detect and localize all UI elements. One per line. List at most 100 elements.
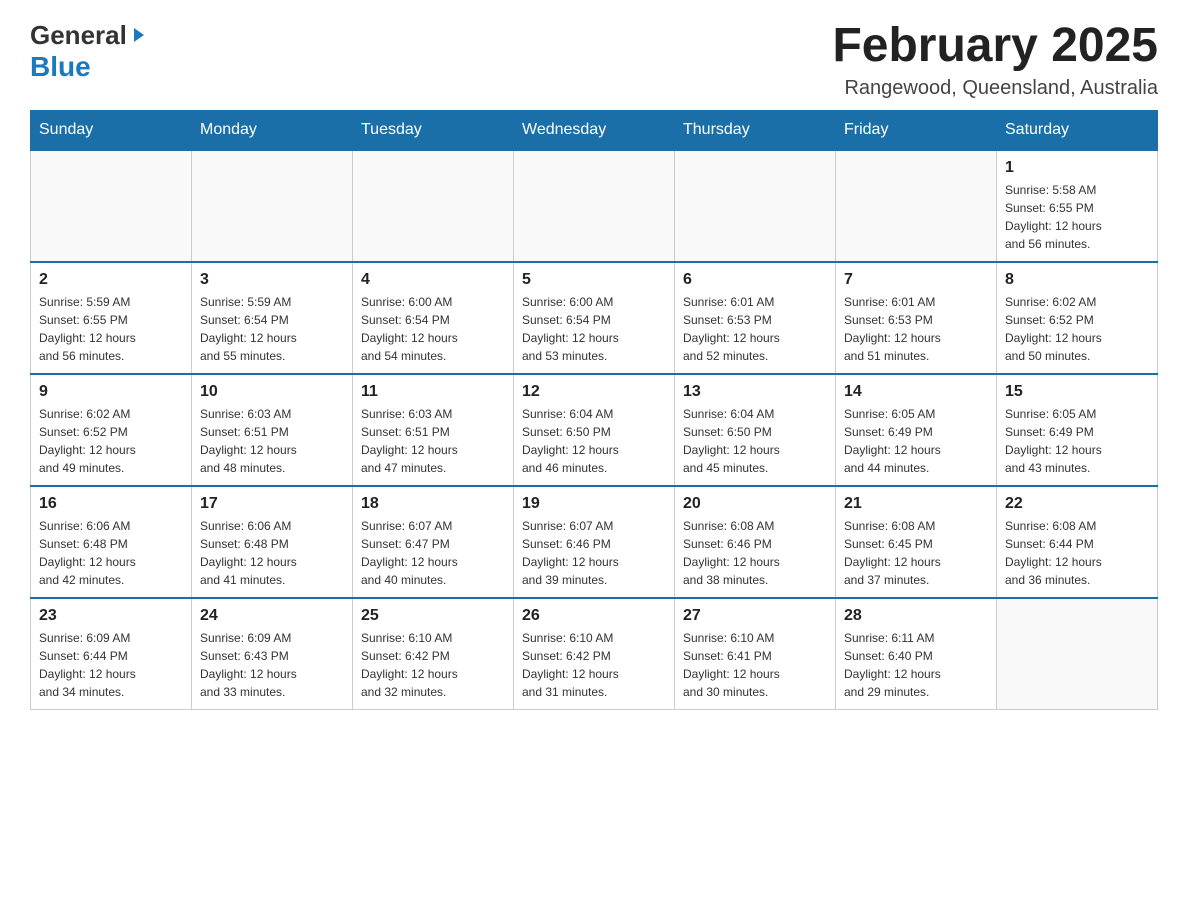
calendar-cell: 4Sunrise: 6:00 AM Sunset: 6:54 PM Daylig… — [353, 262, 514, 374]
day-info: Sunrise: 6:00 AM Sunset: 6:54 PM Dayligh… — [361, 293, 505, 365]
day-info: Sunrise: 6:03 AM Sunset: 6:51 PM Dayligh… — [361, 405, 505, 477]
calendar-week-4: 16 Sunrise: 6:06 AM Sunset: 6:48 PM Dayli… — [31, 486, 1158, 598]
day-number: 21 — [844, 495, 988, 513]
day-info: Sunrise: 6:11 AM Sunset: 6:40 PM Dayligh… — [844, 629, 988, 701]
day-info: Sunrise: 6:06 AM Sunset: 6:48 PM Dayligh… — [39, 517, 183, 589]
calendar-cell — [836, 150, 997, 262]
day-info: Sunrise: 6:01 AM Sunset: 6:53 PM Dayligh… — [844, 293, 988, 365]
day-number: 25 — [361, 607, 505, 625]
day-number: 11 — [361, 383, 505, 401]
day-info: Sunrise: 6:10 AM Sunset: 6:42 PM Dayligh… — [522, 629, 666, 701]
day-info: Sunrise: 6:03 AM Sunset: 6:51 PM Dayligh… — [200, 405, 344, 477]
calendar-header: SundayMondayTuesdayWednesdayThursdayFrid… — [31, 110, 1158, 150]
day-number: 9 — [39, 383, 183, 401]
logo-general-text: General — [30, 20, 127, 51]
day-number: 22 — [1005, 495, 1149, 513]
calendar-cell: 19Sunrise: 6:07 AM Sunset: 6:46 PM Dayli… — [514, 486, 675, 598]
day-number: 28 — [844, 607, 988, 625]
calendar-cell — [192, 150, 353, 262]
day-number: 18 — [361, 495, 505, 513]
calendar-cell: 23 Sunrise: 6:09 AM Sunset: 6:44 PM Dayli… — [31, 598, 192, 710]
weekday-saturday: Saturday — [997, 110, 1158, 150]
logo-blue-text: Blue — [30, 51, 91, 83]
calendar-cell: 2 Sunrise: 5:59 AM Sunset: 6:55 PM Daylig… — [31, 262, 192, 374]
calendar-cell: 24Sunrise: 6:09 AM Sunset: 6:43 PM Dayli… — [192, 598, 353, 710]
calendar-cell: 14 Sunrise: 6:05 AM Sunset: 6:49 PM Dayli… — [836, 374, 997, 486]
day-number: 16 — [39, 495, 183, 513]
day-info: Sunrise: 6:02 AM Sunset: 6:52 PM Dayligh… — [1005, 293, 1149, 365]
calendar-cell: 25 Sunrise: 6:10 AM Sunset: 6:42 PM Dayli… — [353, 598, 514, 710]
day-info: Sunrise: 6:02 AM Sunset: 6:52 PM Dayligh… — [39, 405, 183, 477]
calendar-cell: 27 Sunrise: 6:10 AM Sunset: 6:41 PM Dayli… — [675, 598, 836, 710]
day-info: Sunrise: 6:01 AM Sunset: 6:53 PM Dayligh… — [683, 293, 827, 365]
weekday-friday: Friday — [836, 110, 997, 150]
day-number: 24 — [200, 607, 344, 625]
day-number: 19 — [522, 495, 666, 513]
calendar-cell: 11 Sunrise: 6:03 AM Sunset: 6:51 PM Dayli… — [353, 374, 514, 486]
day-number: 20 — [683, 495, 827, 513]
day-number: 8 — [1005, 271, 1149, 289]
calendar-cell: 20 Sunrise: 6:08 AM Sunset: 6:46 PM Dayli… — [675, 486, 836, 598]
day-info: Sunrise: 6:08 AM Sunset: 6:44 PM Dayligh… — [1005, 517, 1149, 589]
logo: General Blue — [30, 20, 148, 83]
calendar-cell: 18 Sunrise: 6:07 AM Sunset: 6:47 PM Dayli… — [353, 486, 514, 598]
day-info: Sunrise: 5:58 AM Sunset: 6:55 PM Dayligh… — [1005, 181, 1149, 253]
day-info: Sunrise: 6:10 AM Sunset: 6:41 PM Dayligh… — [683, 629, 827, 701]
day-number: 26 — [522, 607, 666, 625]
weekday-wednesday: Wednesday — [514, 110, 675, 150]
day-number: 2 — [39, 271, 183, 289]
calendar-cell: 12Sunrise: 6:04 AM Sunset: 6:50 PM Dayli… — [514, 374, 675, 486]
calendar-cell: 9 Sunrise: 6:02 AM Sunset: 6:52 PM Daylig… — [31, 374, 192, 486]
day-number: 27 — [683, 607, 827, 625]
day-info: Sunrise: 6:06 AM Sunset: 6:48 PM Dayligh… — [200, 517, 344, 589]
title-block: February 2025 Rangewood, Queensland, Aus… — [832, 20, 1158, 100]
calendar-cell: 26 Sunrise: 6:10 AM Sunset: 6:42 PM Dayli… — [514, 598, 675, 710]
weekday-header-row: SundayMondayTuesdayWednesdayThursdayFrid… — [31, 110, 1158, 150]
calendar-cell: 5 Sunrise: 6:00 AM Sunset: 6:54 PM Daylig… — [514, 262, 675, 374]
day-info: Sunrise: 5:59 AM Sunset: 6:55 PM Dayligh… — [39, 293, 183, 365]
weekday-thursday: Thursday — [675, 110, 836, 150]
day-number: 6 — [683, 271, 827, 289]
calendar-cell: 21 Sunrise: 6:08 AM Sunset: 6:45 PM Dayli… — [836, 486, 997, 598]
calendar-cell — [675, 150, 836, 262]
weekday-monday: Monday — [192, 110, 353, 150]
day-info: Sunrise: 6:09 AM Sunset: 6:44 PM Dayligh… — [39, 629, 183, 701]
day-number: 17 — [200, 495, 344, 513]
calendar-cell: 28 Sunrise: 6:11 AM Sunset: 6:40 PM Dayli… — [836, 598, 997, 710]
calendar-cell — [353, 150, 514, 262]
page-header: General Blue February 2025 Rangewood, Qu… — [30, 20, 1158, 100]
calendar-cell — [997, 598, 1158, 710]
day-number: 14 — [844, 383, 988, 401]
day-info: Sunrise: 6:10 AM Sunset: 6:42 PM Dayligh… — [361, 629, 505, 701]
day-number: 5 — [522, 271, 666, 289]
calendar-cell — [514, 150, 675, 262]
day-info: Sunrise: 6:07 AM Sunset: 6:47 PM Dayligh… — [361, 517, 505, 589]
calendar-cell: 22 Sunrise: 6:08 AM Sunset: 6:44 PM Dayli… — [997, 486, 1158, 598]
day-number: 1 — [1005, 159, 1149, 177]
day-info: Sunrise: 6:08 AM Sunset: 6:45 PM Dayligh… — [844, 517, 988, 589]
day-info: Sunrise: 6:05 AM Sunset: 6:49 PM Dayligh… — [844, 405, 988, 477]
calendar-cell — [31, 150, 192, 262]
calendar-cell: 8 Sunrise: 6:02 AM Sunset: 6:52 PM Daylig… — [997, 262, 1158, 374]
day-number: 7 — [844, 271, 988, 289]
calendar-cell: 17 Sunrise: 6:06 AM Sunset: 6:48 PM Dayli… — [192, 486, 353, 598]
calendar-cell: 6 Sunrise: 6:01 AM Sunset: 6:53 PM Daylig… — [675, 262, 836, 374]
day-number: 10 — [200, 383, 344, 401]
calendar-week-2: 2 Sunrise: 5:59 AM Sunset: 6:55 PM Daylig… — [31, 262, 1158, 374]
day-number: 3 — [200, 271, 344, 289]
month-title: February 2025 — [832, 20, 1158, 73]
calendar-cell: 16 Sunrise: 6:06 AM Sunset: 6:48 PM Dayli… — [31, 486, 192, 598]
calendar-cell: 1 Sunrise: 5:58 AM Sunset: 6:55 PM Daylig… — [997, 150, 1158, 262]
weekday-sunday: Sunday — [31, 110, 192, 150]
logo-arrow-icon — [130, 26, 148, 44]
calendar-cell: 13Sunrise: 6:04 AM Sunset: 6:50 PM Dayli… — [675, 374, 836, 486]
day-info: Sunrise: 6:05 AM Sunset: 6:49 PM Dayligh… — [1005, 405, 1149, 477]
day-info: Sunrise: 6:08 AM Sunset: 6:46 PM Dayligh… — [683, 517, 827, 589]
calendar-cell: 15Sunrise: 6:05 AM Sunset: 6:49 PM Dayli… — [997, 374, 1158, 486]
day-number: 12 — [522, 383, 666, 401]
day-number: 23 — [39, 607, 183, 625]
calendar-cell: 3Sunrise: 5:59 AM Sunset: 6:54 PM Daylig… — [192, 262, 353, 374]
day-info: Sunrise: 6:00 AM Sunset: 6:54 PM Dayligh… — [522, 293, 666, 365]
day-number: 13 — [683, 383, 827, 401]
calendar-week-5: 23 Sunrise: 6:09 AM Sunset: 6:44 PM Dayli… — [31, 598, 1158, 710]
